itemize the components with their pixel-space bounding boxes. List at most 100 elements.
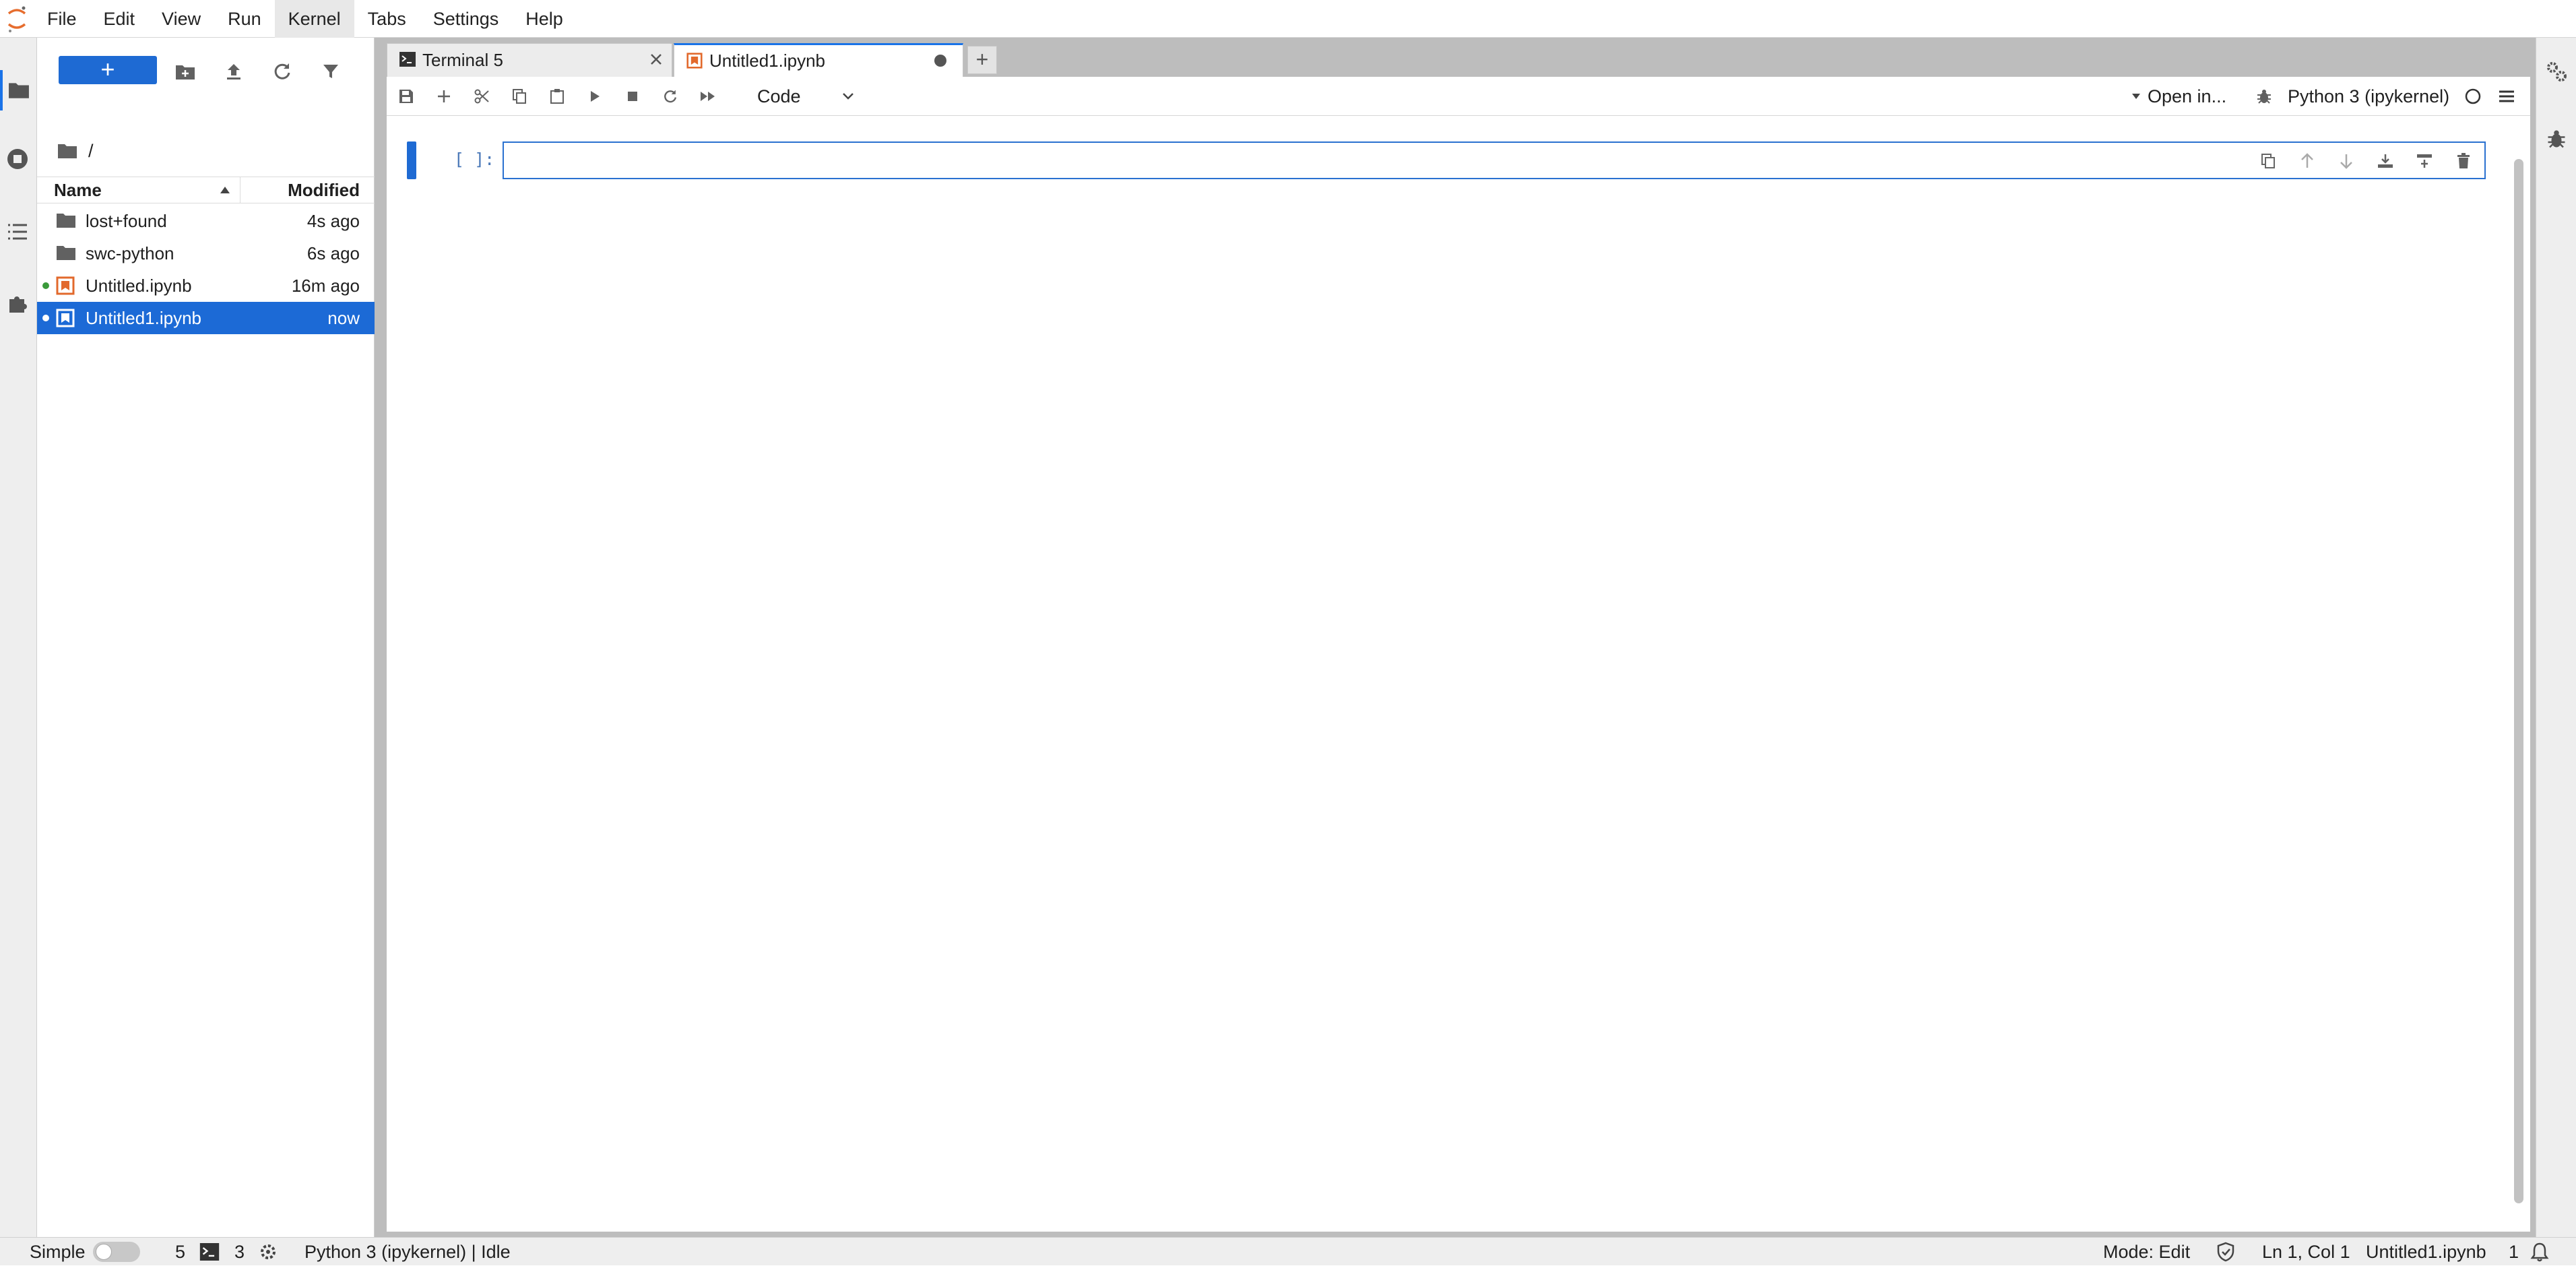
name-column-header[interactable]: Name xyxy=(37,177,240,203)
arrow-up-icon xyxy=(2300,153,2315,169)
insert-cell-above-button[interactable] xyxy=(2374,150,2397,172)
bug-icon xyxy=(2546,129,2567,149)
current-file-name[interactable]: Untitled1.ipynb xyxy=(2366,1238,2486,1266)
shield-check-icon[interactable] xyxy=(2216,1238,2235,1266)
new-folder-button[interactable] xyxy=(172,58,199,85)
notebook-icon xyxy=(56,276,76,295)
insert-cell-below-button[interactable] xyxy=(2413,150,2436,172)
debugger-button[interactable] xyxy=(2253,85,2276,108)
notification-count[interactable]: 1 xyxy=(2509,1238,2519,1266)
toggle-switch[interactable] xyxy=(93,1242,140,1262)
trash-icon xyxy=(2456,153,2471,169)
folder-icon xyxy=(56,244,76,263)
extension-manager-tab[interactable] xyxy=(0,283,35,323)
running-sessions-tab[interactable] xyxy=(0,139,35,179)
modified-column-header[interactable]: Modified xyxy=(240,180,375,201)
menu-kernel[interactable]: Kernel xyxy=(274,0,354,38)
new-launcher-button[interactable]: + xyxy=(59,56,157,84)
tab-untitled1-ipynb[interactable]: Untitled1.ipynb xyxy=(674,43,963,77)
file-row-untitled1[interactable]: Untitled1.ipynb now xyxy=(37,302,375,334)
cell-type-select[interactable]: Code xyxy=(757,82,855,110)
run-button[interactable] xyxy=(583,85,606,108)
menu-tabs[interactable]: Tabs xyxy=(354,0,420,38)
sort-ascending-icon xyxy=(220,186,230,194)
file-modified: now xyxy=(327,307,360,328)
upload-button[interactable] xyxy=(220,58,247,85)
simple-mode-toggle[interactable] xyxy=(93,1238,140,1266)
breadcrumb-root[interactable]: / xyxy=(88,141,94,162)
add-tab-button[interactable]: + xyxy=(967,46,997,74)
file-row-untitled[interactable]: Untitled.ipynb 16m ago xyxy=(37,270,375,302)
scissors-icon xyxy=(474,88,490,104)
save-button[interactable] xyxy=(395,85,418,108)
editor-mode-text[interactable]: Mode: Edit xyxy=(2103,1238,2190,1266)
file-browser-tab[interactable] xyxy=(0,70,35,110)
notebook-panel: Code Open in... Python 3 (ipykernel) []… xyxy=(387,77,2530,1232)
move-cell-up-button[interactable] xyxy=(2296,150,2319,172)
restart-kernel-button[interactable] xyxy=(659,85,682,108)
duplicate-cell-button[interactable] xyxy=(2257,150,2280,172)
menu-view[interactable]: View xyxy=(148,0,214,38)
duplicate-icon xyxy=(2260,153,2276,169)
bell-icon[interactable] xyxy=(2530,1238,2549,1266)
tab-label: Terminal 5 xyxy=(422,50,503,70)
filter-icon xyxy=(322,63,340,80)
cell-input-editor[interactable] xyxy=(503,141,2486,179)
filter-button[interactable] xyxy=(317,58,344,85)
cell-collapser[interactable] xyxy=(407,141,416,179)
code-cell[interactable]: [ ]: xyxy=(387,141,2530,186)
property-inspector-tab[interactable] xyxy=(2542,57,2571,86)
delete-cell-button[interactable] xyxy=(2452,150,2475,172)
name-column-label: Name xyxy=(54,179,102,200)
menu-run[interactable]: Run xyxy=(214,0,275,38)
insert-cell-button[interactable] xyxy=(432,85,455,108)
unsaved-changes-icon[interactable] xyxy=(934,55,946,67)
notebook-scrollbar[interactable] xyxy=(2514,159,2523,1203)
file-row-lost-found[interactable]: lost+found 4s ago xyxy=(37,205,375,237)
running-indicator xyxy=(42,315,49,321)
file-browser-panel: + / Name Modified lost+found 4s ago swc-… xyxy=(37,38,375,1237)
paste-icon xyxy=(549,88,565,104)
menu-settings[interactable]: Settings xyxy=(420,0,513,38)
kernel-name-button[interactable]: Python 3 (ipykernel) xyxy=(2288,82,2449,110)
folder-icon[interactable] xyxy=(57,143,77,159)
right-sidebar xyxy=(2536,38,2576,1237)
menu-file[interactable]: File xyxy=(34,0,90,38)
running-indicator xyxy=(42,282,49,289)
new-launcher-label: + xyxy=(100,55,115,83)
refresh-button[interactable] xyxy=(269,58,296,85)
tab-terminal-5[interactable]: Terminal 5 xyxy=(387,43,672,77)
bug-icon xyxy=(2256,88,2272,104)
menu-edit[interactable]: Edit xyxy=(90,0,149,38)
save-icon xyxy=(398,88,414,104)
terminal-icon[interactable] xyxy=(199,1238,220,1266)
move-cell-down-button[interactable] xyxy=(2335,150,2358,172)
new-folder-icon xyxy=(175,63,195,80)
left-activity-bar xyxy=(0,38,37,1237)
cut-button[interactable] xyxy=(470,85,493,108)
paste-button[interactable] xyxy=(546,85,569,108)
file-row-swc-python[interactable]: swc-python 6s ago xyxy=(37,237,375,270)
kernels-count[interactable]: 3 xyxy=(234,1238,245,1266)
file-modified: 16m ago xyxy=(291,275,360,296)
restart-run-all-button[interactable] xyxy=(697,85,719,108)
debugger-tab[interactable] xyxy=(2542,124,2571,154)
open-in-button[interactable]: Open in... xyxy=(2131,82,2226,110)
caret-down-icon xyxy=(2131,93,2141,100)
puzzle-icon xyxy=(7,292,28,314)
main-dock-area: Terminal 5 Untitled1.ipynb + Code Open i… xyxy=(383,38,2536,1237)
menu-help[interactable]: Help xyxy=(512,0,577,38)
panel-splitter[interactable] xyxy=(375,38,383,1237)
kernel-gear-icon[interactable] xyxy=(259,1238,278,1266)
close-icon[interactable] xyxy=(649,52,664,67)
cursor-position[interactable]: Ln 1, Col 1 xyxy=(2262,1238,2350,1266)
fast-forward-icon xyxy=(699,90,717,103)
table-of-contents-tab[interactable] xyxy=(0,212,35,252)
interrupt-button[interactable] xyxy=(621,85,644,108)
gears-icon xyxy=(2545,60,2568,83)
copy-button[interactable] xyxy=(508,85,531,108)
file-browser-toolbar: + xyxy=(37,38,374,98)
kernel-status-text[interactable]: Python 3 (ipykernel) | Idle xyxy=(304,1238,511,1266)
notebook-menu-button[interactable] xyxy=(2495,85,2518,108)
terminals-count[interactable]: 5 xyxy=(175,1238,185,1266)
